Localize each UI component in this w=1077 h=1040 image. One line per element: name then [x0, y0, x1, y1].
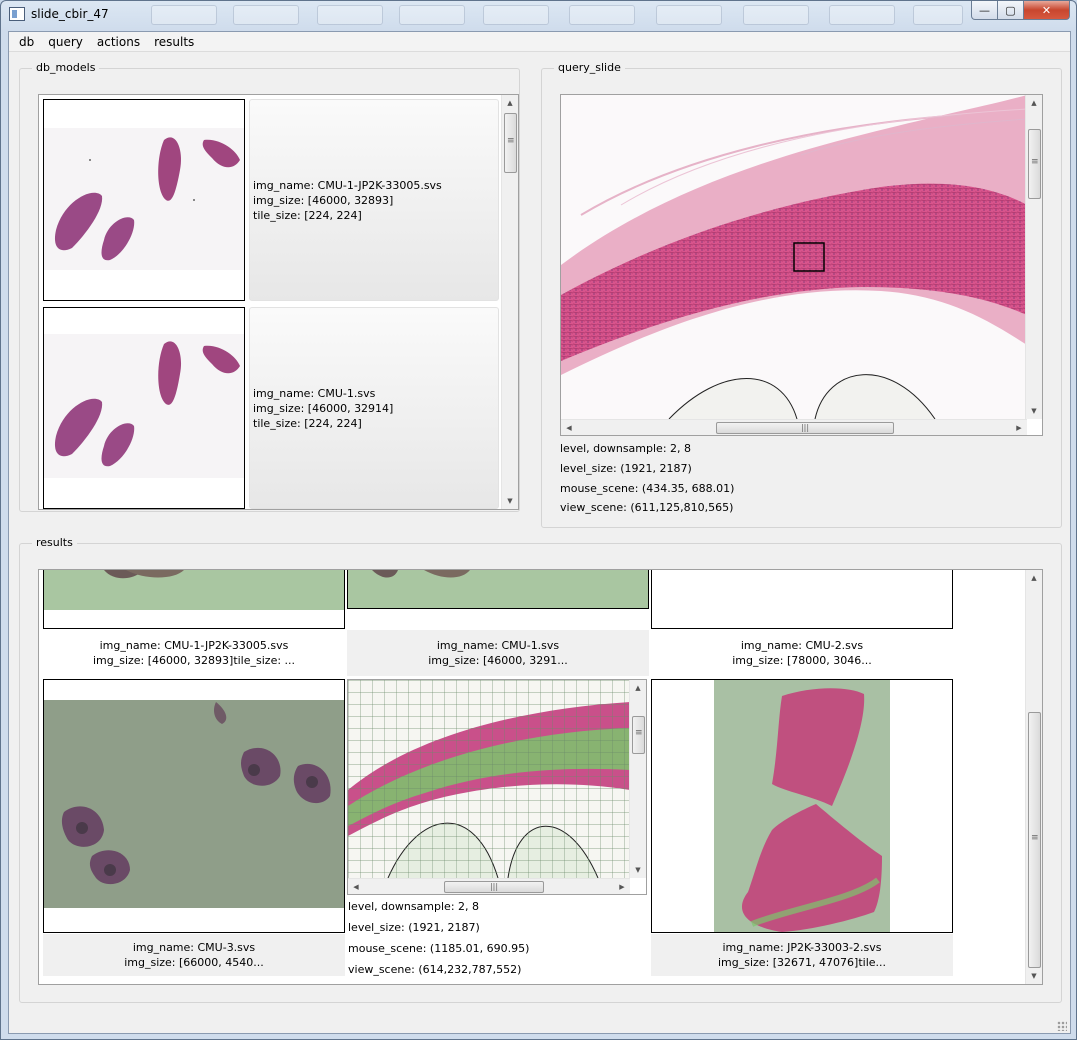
menu-actions[interactable]: actions — [91, 32, 148, 51]
model-img-name: img_name: CMU-1-JP2K-33005.svs — [253, 178, 442, 192]
scroll-thumb[interactable] — [1028, 712, 1041, 968]
results-list[interactable]: img_name: CMU-1-JP2K-33005.svs img_size:… — [38, 569, 1043, 985]
app-icon — [9, 7, 25, 21]
maximize-button[interactable]: ▢ — [998, 1, 1024, 20]
scroll-down-arrow-icon[interactable]: ▼ — [1026, 403, 1042, 419]
scroll-thumb[interactable] — [632, 716, 645, 754]
close-button[interactable]: ✕ — [1024, 1, 1070, 20]
model-info-panel: img_name: CMU-1.svs img_size: [46000, 32… — [249, 307, 499, 509]
result-img-name: img_name: CMU-1.svs — [436, 639, 560, 652]
model-img-size: img_size: [46000, 32893] — [253, 193, 394, 207]
result-vscrollbar[interactable]: ▲ ▼ — [629, 680, 646, 878]
db-models-title: db_models — [32, 61, 100, 74]
result-level-downsample: level, downsample: 2, 8 — [348, 900, 480, 913]
query-slide-title: query_slide — [554, 61, 625, 74]
result-thumbnail[interactable] — [347, 570, 649, 609]
scroll-thumb[interactable]: ||| — [444, 881, 544, 893]
results-title: results — [32, 536, 77, 549]
scroll-thumb[interactable] — [1028, 129, 1041, 199]
result-mouse-scene: mouse_scene: (1185.01, 690.95) — [348, 942, 530, 955]
result-img-size: img_size: [66000, 4540... — [124, 956, 264, 969]
menu-db[interactable]: db — [13, 32, 42, 51]
menu-query[interactable]: query — [42, 32, 91, 51]
resize-grip-icon[interactable] — [1057, 1021, 1067, 1031]
result-slide-viewer[interactable]: ▲ ▼ ◀ ||| ▶ — [347, 679, 647, 895]
title-bar: slide_cbir_47 — ▢ ✕ — [1, 1, 1076, 31]
model-img-name: img_name: CMU-1.svs — [253, 386, 376, 400]
results-scrollbar[interactable]: ▲ ▼ — [1025, 570, 1042, 984]
result-img-name: img_name: CMU-2.svs — [740, 639, 864, 652]
background-tab — [317, 5, 383, 25]
scroll-down-arrow-icon[interactable]: ▼ — [1026, 968, 1042, 984]
result-img-name: img_name: CMU-3.svs — [132, 941, 256, 954]
query-hscrollbar[interactable]: ◀ ||| ▶ — [561, 419, 1027, 435]
scroll-left-arrow-icon[interactable]: ◀ — [561, 420, 577, 435]
background-tab — [569, 5, 635, 25]
result-label: img_name: JP2K-33003-2.svs img_size: [32… — [651, 934, 953, 976]
scroll-down-arrow-icon[interactable]: ▼ — [502, 493, 518, 509]
menu-results[interactable]: results — [148, 32, 202, 51]
scroll-thumb[interactable] — [504, 113, 517, 173]
background-tab — [483, 5, 549, 25]
query-level-downsample: level, downsample: 2, 8 — [560, 442, 692, 455]
background-tab — [656, 5, 722, 25]
query-vscrollbar[interactable]: ▲ ▼ — [1025, 95, 1042, 419]
result-img-size: img_size: [78000, 3046... — [732, 654, 872, 667]
query-view-scene: view_scene: (611,125,810,565) — [560, 501, 734, 514]
query-slide-viewer[interactable]: ▲ ▼ ◀ ||| ▶ — [560, 94, 1043, 436]
scroll-up-arrow-icon[interactable]: ▲ — [1026, 570, 1042, 586]
result-level-size: level_size: (1921, 2187) — [348, 921, 480, 934]
background-tab — [233, 5, 299, 25]
query-level-size: level_size: (1921, 2187) — [560, 462, 692, 475]
background-tab — [743, 5, 809, 25]
result-slide-image — [348, 680, 630, 879]
db-model-item[interactable]: img_name: CMU-1-JP2K-33005.svs img_size:… — [43, 99, 499, 301]
result-label: img_name: CMU-2.svs img_size: [78000, 30… — [651, 638, 953, 668]
result-img-name: img_name: CMU-1-JP2K-33005.svs — [99, 639, 289, 652]
minimize-button[interactable]: — — [971, 1, 998, 20]
scroll-up-arrow-icon[interactable]: ▲ — [1026, 95, 1042, 111]
result-label: img_name: CMU-1-JP2K-33005.svs img_size:… — [43, 638, 345, 668]
window-title: slide_cbir_47 — [31, 7, 109, 21]
result-label: img_name: CMU-3.svs img_size: [66000, 45… — [43, 934, 345, 976]
scroll-left-arrow-icon[interactable]: ◀ — [348, 879, 364, 894]
db-model-item[interactable]: img_name: CMU-1.svs img_size: [46000, 32… — [43, 307, 499, 509]
scroll-right-arrow-icon[interactable]: ▶ — [614, 879, 630, 894]
result-view-scene: view_scene: (614,232,787,552) — [348, 963, 522, 976]
query-slide-image — [561, 95, 1028, 420]
result-hscrollbar[interactable]: ◀ ||| ▶ — [348, 878, 630, 894]
result-img-size: img_size: [46000, 32893]tile_size: ... — [92, 654, 296, 667]
scroll-up-arrow-icon[interactable]: ▲ — [502, 95, 518, 111]
scroll-down-arrow-icon[interactable]: ▼ — [630, 862, 646, 878]
scroll-thumb[interactable]: ||| — [716, 422, 894, 434]
result-img-name: img_name: JP2K-33003-2.svs — [722, 941, 882, 954]
model-img-size: img_size: [46000, 32914] — [253, 401, 394, 415]
background-tab — [829, 5, 895, 25]
scroll-right-arrow-icon[interactable]: ▶ — [1011, 420, 1027, 435]
app-window: slide_cbir_47 — ▢ ✕ db query actions res… — [0, 0, 1077, 1040]
result-img-size: img_size: [32671, 47076]tile... — [717, 956, 887, 969]
menu-bar: db query actions results — [9, 32, 1070, 52]
slide-thumbnail — [43, 307, 245, 509]
model-tile-size: tile_size: [224, 224] — [253, 208, 362, 222]
background-tab — [151, 5, 217, 25]
result-thumbnail[interactable] — [43, 570, 345, 629]
model-tile-size: tile_size: [224, 224] — [253, 416, 362, 430]
result-label: img_name: CMU-1.svs img_size: [46000, 32… — [347, 630, 649, 676]
main-client-area: db query actions results db_models img_n… — [8, 31, 1071, 1034]
db-models-list[interactable]: img_name: CMU-1-JP2K-33005.svs img_size:… — [38, 94, 519, 510]
result-img-size: img_size: [46000, 3291... — [428, 654, 568, 667]
query-mouse-scene: mouse_scene: (434.35, 688.01) — [560, 482, 735, 495]
background-tab — [399, 5, 465, 25]
result-thumbnail[interactable] — [43, 679, 345, 933]
model-info-panel: img_name: CMU-1-JP2K-33005.svs img_size:… — [249, 99, 499, 301]
result-thumbnail[interactable] — [651, 679, 953, 933]
db-models-scrollbar[interactable]: ▲ ▼ — [501, 95, 518, 509]
scroll-up-arrow-icon[interactable]: ▲ — [630, 680, 646, 696]
result-thumbnail[interactable] — [651, 570, 953, 629]
background-tab — [913, 5, 963, 25]
slide-thumbnail — [43, 99, 245, 301]
